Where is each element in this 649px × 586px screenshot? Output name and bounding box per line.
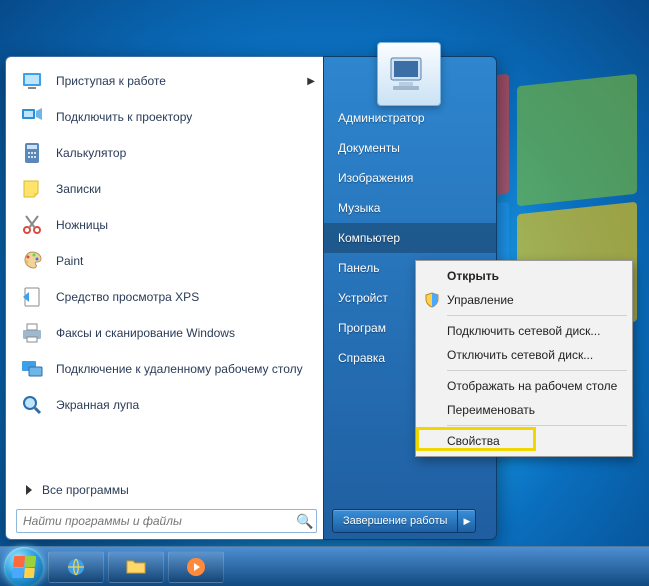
- ctx-rename[interactable]: Переименовать: [419, 398, 629, 422]
- xps-viewer-icon: [18, 283, 46, 311]
- program-paint[interactable]: Paint: [12, 243, 321, 279]
- program-label: Подключение к удаленному рабочему столу: [56, 362, 315, 376]
- ctx-separator: [447, 370, 627, 371]
- right-link-music[interactable]: Музыка: [324, 193, 496, 223]
- folder-icon: [124, 555, 148, 579]
- remote-desktop-icon: [18, 355, 46, 383]
- start-button[interactable]: [4, 547, 44, 586]
- all-programs-label: Все программы: [42, 483, 129, 497]
- program-label: Paint: [56, 254, 315, 268]
- program-xps-viewer[interactable]: Средство просмотра XPS: [12, 279, 321, 315]
- program-label: Ножницы: [56, 218, 315, 232]
- ie-icon: [64, 555, 88, 579]
- context-menu: Открыть Управление Подключить сетевой ди…: [415, 260, 633, 457]
- ctx-show-on-desktop[interactable]: Отображать на рабочем столе: [419, 374, 629, 398]
- program-label: Калькулятор: [56, 146, 315, 160]
- program-fax-scan[interactable]: Факсы и сканирование Windows: [12, 315, 321, 351]
- search-icon[interactable]: 🔍: [294, 513, 316, 530]
- wmp-icon: [184, 555, 208, 579]
- right-link-pictures[interactable]: Изображения: [324, 163, 496, 193]
- taskbar-explorer[interactable]: [108, 551, 164, 583]
- search-row: 🔍: [12, 505, 321, 533]
- ctx-separator: [447, 315, 627, 316]
- shutdown-button[interactable]: Завершение работы ▶: [332, 509, 476, 533]
- program-remote-desktop[interactable]: Подключение к удаленному рабочему столу: [12, 351, 321, 387]
- projector-icon: [18, 103, 46, 131]
- ctx-manage[interactable]: Управление: [419, 288, 629, 312]
- program-getting-started[interactable]: Приступая к работе ▶: [12, 63, 321, 99]
- shutdown-row: Завершение работы ▶: [324, 503, 496, 539]
- program-snipping-tool[interactable]: Ножницы: [12, 207, 321, 243]
- sticky-notes-icon: [18, 175, 46, 203]
- calculator-icon: [18, 139, 46, 167]
- shield-icon: [424, 292, 440, 308]
- ctx-separator: [447, 425, 627, 426]
- magnifier-icon: [18, 391, 46, 419]
- start-menu-left-panel: Приступая к работе ▶ Подключить к проект…: [5, 56, 323, 540]
- program-projector[interactable]: Подключить к проектору: [12, 99, 321, 135]
- all-programs-button[interactable]: Все программы: [12, 475, 321, 505]
- program-label: Приступая к работе: [56, 74, 297, 88]
- ctx-open[interactable]: Открыть: [419, 264, 629, 288]
- right-link-computer[interactable]: Компьютер: [324, 223, 496, 253]
- paint-icon: [18, 247, 46, 275]
- snipping-tool-icon: [18, 211, 46, 239]
- program-magnifier[interactable]: Экранная лупа: [12, 387, 321, 423]
- program-list: Приступая к работе ▶ Подключить к проект…: [12, 63, 321, 475]
- taskbar-ie[interactable]: [48, 551, 104, 583]
- shutdown-options-arrow-icon[interactable]: ▶: [457, 510, 475, 532]
- ctx-properties[interactable]: Свойства: [419, 429, 629, 453]
- windows-flag-icon: [12, 556, 36, 578]
- right-link-administrator[interactable]: Администратор: [324, 103, 496, 133]
- program-label: Подключить к проектору: [56, 110, 315, 124]
- ctx-disconnect-drive[interactable]: Отключить сетевой диск...: [419, 343, 629, 367]
- getting-started-icon: [18, 67, 46, 95]
- taskbar-media-player[interactable]: [168, 551, 224, 583]
- program-sticky-notes[interactable]: Записки: [12, 171, 321, 207]
- computer-icon: [385, 50, 433, 98]
- search-input[interactable]: [17, 514, 294, 528]
- fax-scan-icon: [18, 319, 46, 347]
- program-label: Факсы и сканирование Windows: [56, 326, 315, 340]
- program-label: Экранная лупа: [56, 398, 315, 412]
- ctx-map-drive[interactable]: Подключить сетевой диск...: [419, 319, 629, 343]
- user-avatar[interactable]: [377, 42, 441, 106]
- taskbar: [0, 546, 649, 586]
- right-link-documents[interactable]: Документы: [324, 133, 496, 163]
- triangle-right-icon: [26, 485, 32, 495]
- submenu-arrow-icon: ▶: [307, 76, 315, 87]
- program-label: Средство просмотра XPS: [56, 290, 315, 304]
- search-box[interactable]: 🔍: [16, 509, 317, 533]
- shutdown-label: Завершение работы: [333, 510, 457, 532]
- program-calculator[interactable]: Калькулятор: [12, 135, 321, 171]
- program-label: Записки: [56, 182, 315, 196]
